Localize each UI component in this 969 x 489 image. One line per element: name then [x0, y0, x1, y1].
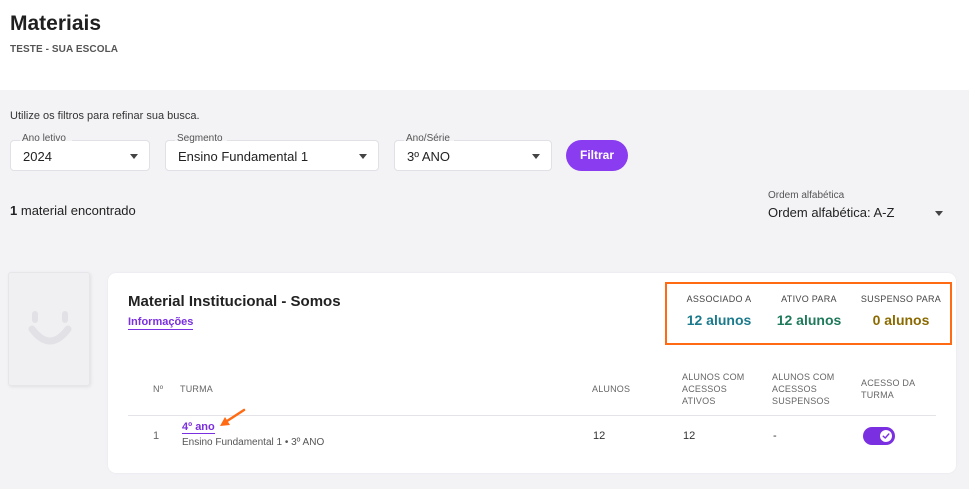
stat-label: ATIVO PARA — [781, 294, 837, 304]
acesso-toggle[interactable] — [863, 427, 895, 445]
page-subtitle: TESTE - SUA ESCOLA — [10, 44, 119, 55]
stat-value: 0 alunos — [872, 312, 930, 328]
th-num: Nº — [153, 384, 164, 394]
row-num: 1 — [153, 430, 160, 442]
page-header: Materiais TESTE - SUA ESCOLA — [0, 0, 969, 90]
sort-select[interactable]: Ordem alfabética: A-Z — [768, 205, 894, 220]
stat-value: 12 alunos — [686, 312, 752, 328]
page-title: Materiais — [10, 12, 102, 35]
turma-link[interactable]: 4º ano — [182, 421, 215, 434]
segmento-value: Ensino Fundamental 1 — [178, 149, 309, 164]
row-alunos: 12 — [593, 430, 606, 442]
ano-serie-label: Ano/Série — [406, 133, 450, 144]
stat-label: ASSOCIADO A — [686, 294, 752, 304]
row-divider — [128, 415, 936, 416]
chevron-down-icon — [130, 154, 138, 159]
chevron-down-icon — [359, 154, 367, 159]
chevron-down-icon[interactable] — [935, 211, 943, 216]
stat-label: SUSPENSO PARA — [860, 294, 942, 304]
ano-letivo-label: Ano letivo — [22, 133, 66, 144]
filter-button[interactable]: Filtrar — [566, 140, 628, 171]
filter-hint: Utilize os filtros para refinar sua busc… — [10, 110, 200, 122]
ano-serie-select[interactable]: 3º ANO — [394, 140, 552, 171]
material-thumbnail[interactable] — [8, 272, 90, 386]
ano-letivo-value: 2024 — [23, 149, 52, 164]
annotation-arrow-icon — [220, 408, 246, 426]
th-alunos: ALUNOS — [592, 384, 631, 394]
ano-serie-value: 3º ANO — [407, 149, 451, 164]
turma-subtitle: Ensino Fundamental 1 • 3º ANO — [182, 437, 325, 448]
th-turma: TURMA — [180, 384, 213, 394]
info-link[interactable]: Informações — [128, 316, 194, 330]
results-count-number: 1 — [10, 203, 18, 218]
smile-logo-icon — [28, 311, 72, 345]
row-suspensos: - — [773, 430, 777, 442]
results-count-text: material encontrado — [20, 203, 136, 218]
sort-label: Ordem alfabética — [768, 190, 845, 201]
th-suspensos: ALUNOS COM ACESSOS SUSPENSOS — [772, 372, 835, 406]
toggle-knob — [880, 430, 892, 442]
material-card: Material Institucional - Somos Informaçõ… — [108, 273, 956, 473]
ano-letivo-select[interactable]: 2024 — [10, 140, 150, 171]
th-ativos: ALUNOS COM ACESSOS ATIVOS — [682, 372, 745, 406]
stat-value: 12 alunos — [776, 312, 842, 328]
segmento-label: Segmento — [177, 133, 223, 144]
th-acesso: ACESSO DA TURMA — [861, 378, 916, 400]
row-ativos: 12 — [683, 430, 696, 442]
results-count: 1 material encontrado — [10, 203, 136, 218]
material-title: Material Institucional - Somos — [128, 293, 341, 310]
chevron-down-icon — [532, 154, 540, 159]
check-icon — [882, 433, 890, 439]
stats-box: ASSOCIADO A 12 alunos ATIVO PARA 12 alun… — [665, 282, 952, 345]
segmento-select[interactable]: Ensino Fundamental 1 — [165, 140, 379, 171]
